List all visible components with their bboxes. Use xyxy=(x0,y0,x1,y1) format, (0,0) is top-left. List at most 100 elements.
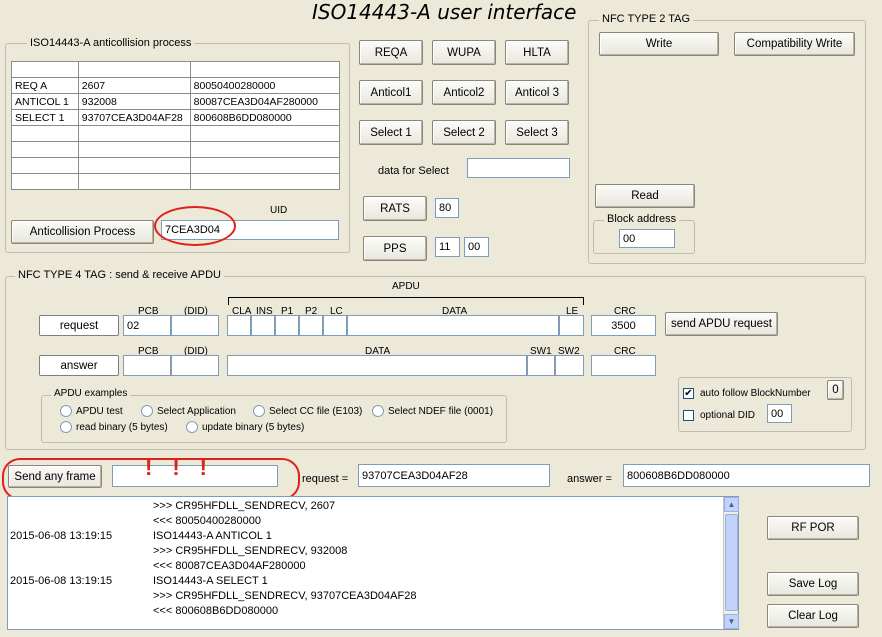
anticol3-button[interactable]: Anticol 3 xyxy=(505,80,569,105)
optional-did-checkbox[interactable] xyxy=(683,410,694,421)
scroll-down-icon[interactable]: ▼ xyxy=(724,614,739,629)
row-value1: 93707CEA3D04AF28 xyxy=(77,109,191,126)
log-line: >>> CR95HFDLL_SENDRECV, 2607 xyxy=(153,500,336,512)
block-address-label: Block address xyxy=(604,213,680,225)
anticol2-button[interactable]: Anticol2 xyxy=(432,80,496,105)
table-row xyxy=(11,141,341,158)
answer-pcb-field[interactable] xyxy=(123,355,171,376)
request-equals-label: request = xyxy=(302,473,349,485)
answer-crc-field[interactable] xyxy=(591,355,656,376)
example-select-application[interactable]: Select Application xyxy=(141,405,236,417)
table-row: SELECT 1 93707CEA3D04AF28 800608B6DD080000 xyxy=(11,109,341,126)
table-row xyxy=(11,173,341,190)
log-line: >>> CR95HFDLL_SENDRECV, 93707CEA3D04AF28 xyxy=(153,590,417,602)
annotation-circle-uid xyxy=(154,206,236,246)
answer-data-field[interactable] xyxy=(227,355,527,376)
anticol1-button[interactable]: Anticol1 xyxy=(359,80,423,105)
table-row: REQ A 2607 80050400280000 xyxy=(11,77,341,94)
log-line: 2015-06-08 13:19:15 ISO14443-A ANTICOL 1 xyxy=(10,530,272,542)
select1-button[interactable]: Select 1 xyxy=(359,120,423,145)
write-button[interactable]: Write xyxy=(599,32,719,56)
scroll-thumb[interactable] xyxy=(725,514,738,611)
request-cla-field[interactable] xyxy=(227,315,251,336)
request-le-field[interactable] xyxy=(559,315,584,336)
log-line: >>> CR95HFDLL_SENDRECV, 932008 xyxy=(153,545,348,557)
table-row xyxy=(11,125,341,142)
data-for-select-field[interactable] xyxy=(467,158,570,178)
uid-label: UID xyxy=(270,205,288,216)
radio-icon[interactable] xyxy=(60,421,72,433)
answer-did-field[interactable] xyxy=(171,355,219,376)
radio-icon[interactable] xyxy=(141,405,153,417)
reqa-button[interactable]: REQA xyxy=(359,40,423,65)
rats-button[interactable]: RATS xyxy=(363,196,427,221)
table-header-row xyxy=(11,61,341,78)
compatibility-write-button[interactable]: Compatibility Write xyxy=(734,32,855,56)
answer-sw2-field[interactable] xyxy=(555,355,584,376)
save-log-button[interactable]: Save Log xyxy=(767,572,859,596)
optional-did-label: optional DID xyxy=(700,410,756,421)
radio-icon[interactable] xyxy=(186,421,198,433)
request-lc-field[interactable] xyxy=(323,315,347,336)
select3-button[interactable]: Select 3 xyxy=(505,120,569,145)
window-title: ISO14443-A user interface xyxy=(312,0,577,24)
pps-button[interactable]: PPS xyxy=(363,236,427,261)
row-value2: 80050400280000 xyxy=(189,77,341,94)
row-name: ANTICOL 1 xyxy=(11,93,79,110)
frame-answer-field[interactable]: 800608B6DD080000 xyxy=(623,464,870,487)
example-read-binary[interactable]: read binary (5 bytes) xyxy=(60,421,168,433)
request-label: request xyxy=(39,315,119,336)
select2-button[interactable]: Select 2 xyxy=(432,120,496,145)
request-ins-field[interactable] xyxy=(251,315,275,336)
auto-follow-checkbox[interactable]: ✔ xyxy=(683,388,694,399)
example-update-binary[interactable]: update binary (5 bytes) xyxy=(186,421,304,433)
rats-field[interactable]: 80 xyxy=(435,198,459,218)
nfc-type4-group-label: NFC TYPE 4 TAG : send & receive APDU xyxy=(15,269,224,281)
clear-log-button[interactable]: Clear Log xyxy=(767,604,859,628)
row-name: SELECT 1 xyxy=(11,109,79,126)
answer-sw1-field[interactable] xyxy=(527,355,555,376)
apdu-examples-label: APDU examples xyxy=(51,388,131,399)
radio-icon[interactable] xyxy=(253,405,265,417)
log-line: <<< 80087CEA3D04AF280000 xyxy=(153,560,306,572)
rf-por-button[interactable]: RF POR xyxy=(767,516,859,540)
anticollision-process-button[interactable]: Anticollision Process xyxy=(11,220,154,244)
row-value2: 80087CEA3D04AF280000 xyxy=(189,93,341,110)
table-row xyxy=(11,157,341,174)
anticollision-group-label: ISO14443-A anticollision process xyxy=(27,37,195,49)
request-data-field[interactable] xyxy=(347,315,559,336)
scroll-up-icon[interactable]: ▲ xyxy=(724,497,739,512)
optional-did-field[interactable]: 00 xyxy=(767,404,792,423)
apdu-label: APDU xyxy=(392,281,420,292)
auto-follow-label: auto follow BlockNumber xyxy=(700,388,811,399)
example-select-ndef-file[interactable]: Select NDEF file (0001) xyxy=(372,405,493,417)
hlta-button[interactable]: HLTA xyxy=(505,40,569,65)
row-value1: 2607 xyxy=(77,77,191,94)
radio-icon[interactable] xyxy=(60,405,72,417)
block-address-field[interactable]: 00 xyxy=(619,229,675,248)
log-area[interactable]: >>> CR95HFDLL_SENDRECV, 2607 <<< 8005040… xyxy=(7,496,739,630)
log-line: 2015-06-08 13:19:15 ISO14443-A SELECT 1 xyxy=(10,575,268,587)
request-crc-field[interactable]: 3500 xyxy=(591,315,656,336)
row-value2: 800608B6DD080000 xyxy=(189,109,341,126)
apdu-examples-group xyxy=(41,395,507,443)
radio-icon[interactable] xyxy=(372,405,384,417)
block-number-button[interactable]: 0 xyxy=(827,380,844,400)
example-apdu-test[interactable]: APDU test xyxy=(60,405,123,417)
example-select-cc-file[interactable]: Select CC file (E103) xyxy=(253,405,362,417)
table-row: ANTICOL 1 932008 80087CEA3D04AF280000 xyxy=(11,93,341,110)
pps-field-2[interactable]: 00 xyxy=(464,237,489,257)
wupa-button[interactable]: WUPA xyxy=(432,40,496,65)
send-apdu-request-button[interactable]: send APDU request xyxy=(665,312,778,336)
request-p1-field[interactable] xyxy=(275,315,299,336)
log-scrollbar[interactable]: ▲ ▼ xyxy=(723,497,739,629)
request-did-field[interactable] xyxy=(171,315,219,336)
frame-request-field[interactable]: 93707CEA3D04AF28 xyxy=(358,464,550,487)
request-p2-field[interactable] xyxy=(299,315,323,336)
request-pcb-field[interactable]: 02 xyxy=(123,315,171,336)
row-name: REQ A xyxy=(11,77,79,94)
anticollision-table: REQ A 2607 80050400280000 ANTICOL 1 932008 8… xyxy=(11,61,341,190)
read-button[interactable]: Read xyxy=(595,184,695,208)
pps-field-1[interactable]: 11 xyxy=(435,237,460,257)
answer-label: answer xyxy=(39,355,119,376)
